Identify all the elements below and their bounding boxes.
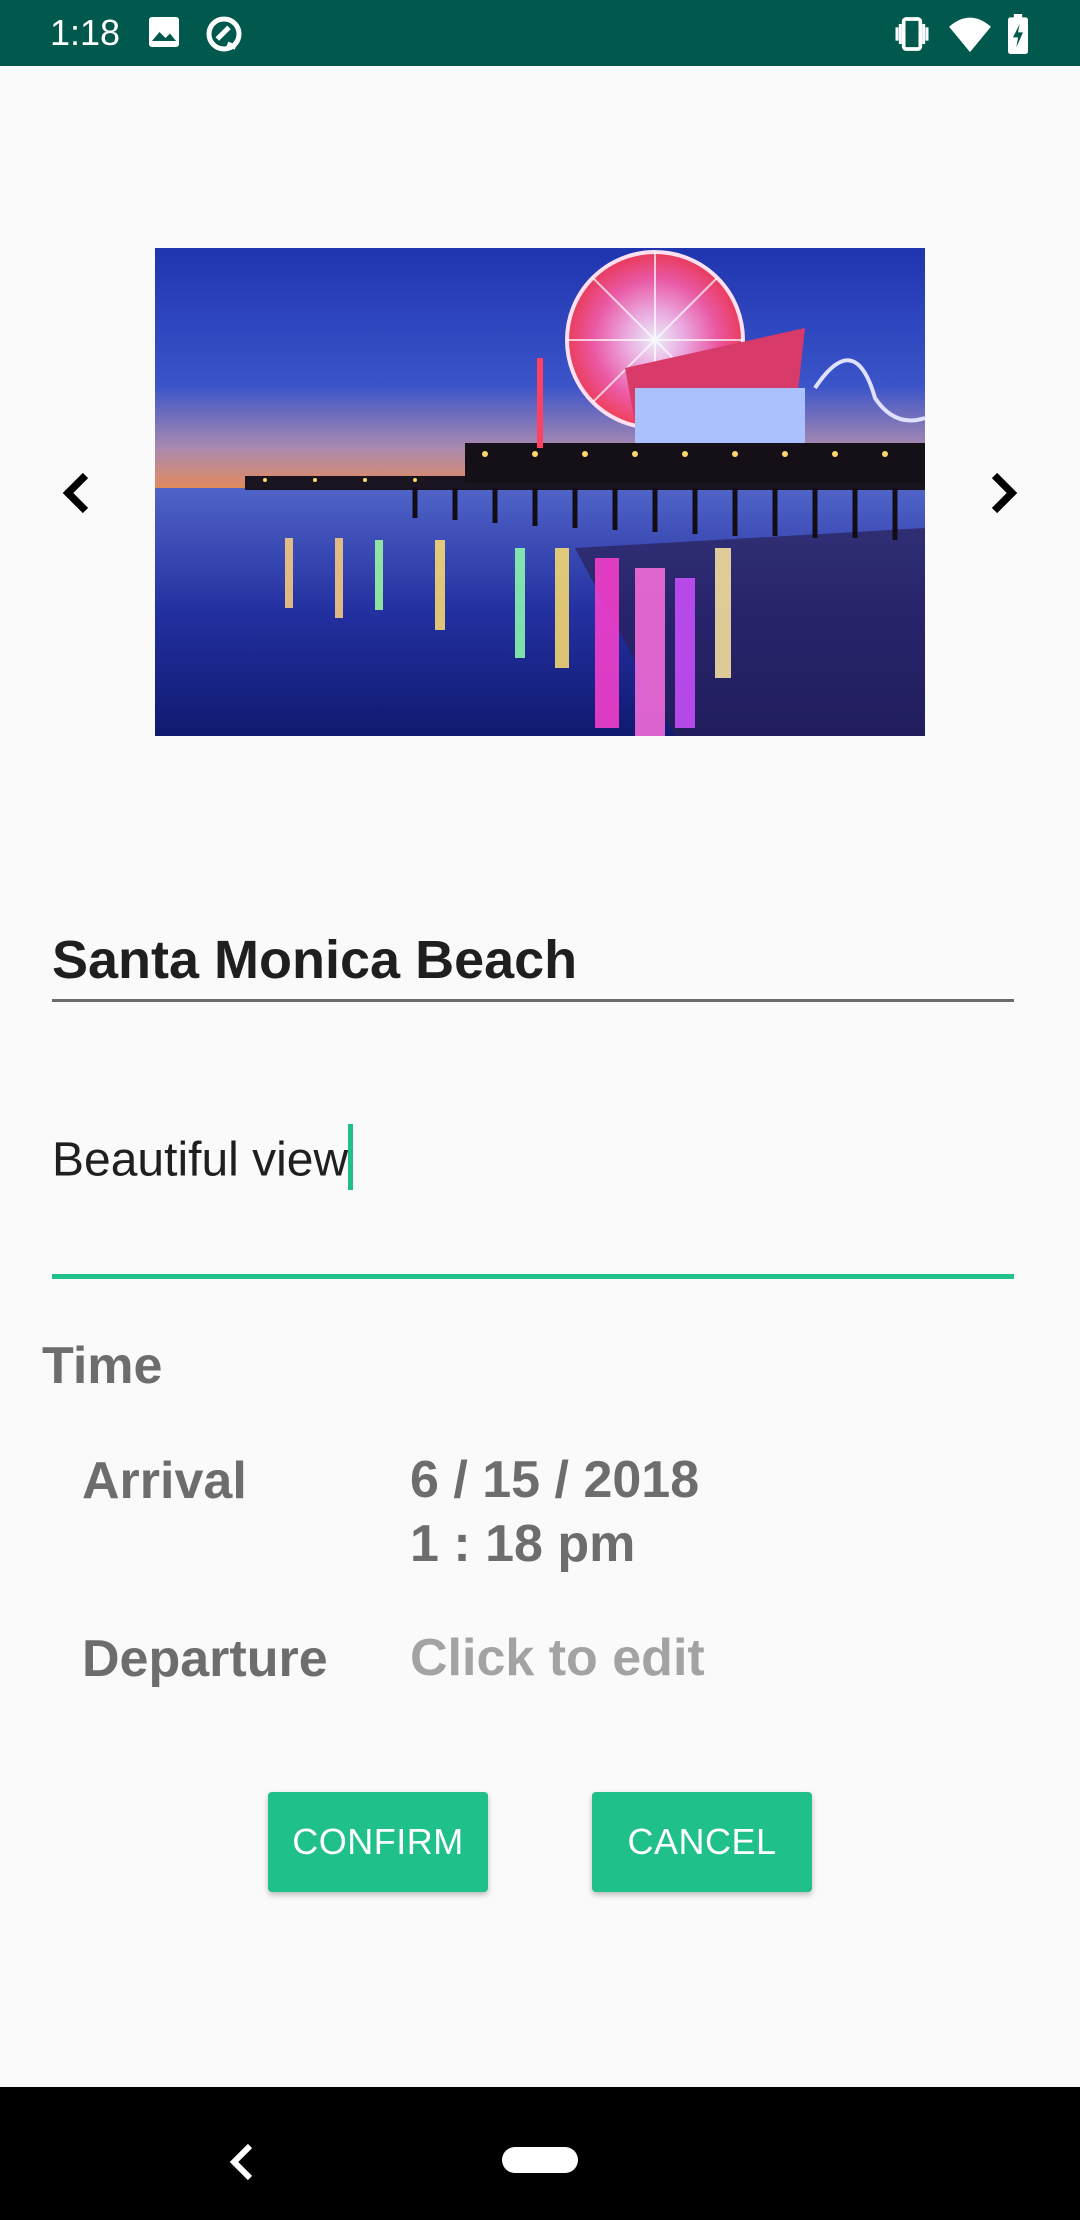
vibrate-icon [895, 17, 929, 51]
back-icon[interactable] [222, 2137, 262, 2187]
status-bar: 1:18 [0, 0, 1080, 66]
screen: 1:18 Santa Monica Beach Beautiful view T… [0, 0, 1080, 2220]
arrival-date[interactable]: 6 / 15 / 2018 [410, 1448, 699, 1512]
arrival-label: Arrival [82, 1452, 247, 1510]
status-time: 1:18 [50, 12, 121, 53]
text-cursor [348, 1124, 354, 1190]
description-text: Beautiful view [52, 1124, 354, 1196]
image-icon [149, 17, 179, 47]
description-field[interactable]: Beautiful view [52, 1115, 1014, 1279]
description-value: Beautiful view [52, 1133, 349, 1187]
cancel-button[interactable]: CANCEL [592, 1792, 812, 1892]
confirm-button[interactable]: CONFIRM [268, 1792, 488, 1892]
departure-label: Departure [82, 1630, 328, 1688]
chevron-right-icon[interactable] [972, 463, 1032, 523]
home-pill-icon[interactable] [502, 2147, 578, 2173]
chevron-left-icon[interactable] [48, 463, 108, 523]
arrival-time[interactable]: 1 : 18 pm [410, 1512, 635, 1576]
navigation-bar [0, 2087, 1080, 2220]
place-photo [155, 248, 925, 736]
assistant-icon [206, 16, 242, 52]
place-title-text: Santa Monica Beach [52, 930, 578, 990]
pier-photo-illustration [155, 248, 925, 736]
wifi-icon [949, 17, 991, 53]
departure-value[interactable]: Click to edit [410, 1626, 705, 1690]
place-title-field[interactable]: Santa Monica Beach [52, 920, 1014, 1002]
time-section-label: Time [42, 1337, 163, 1395]
battery-charging-icon [1008, 14, 1028, 54]
